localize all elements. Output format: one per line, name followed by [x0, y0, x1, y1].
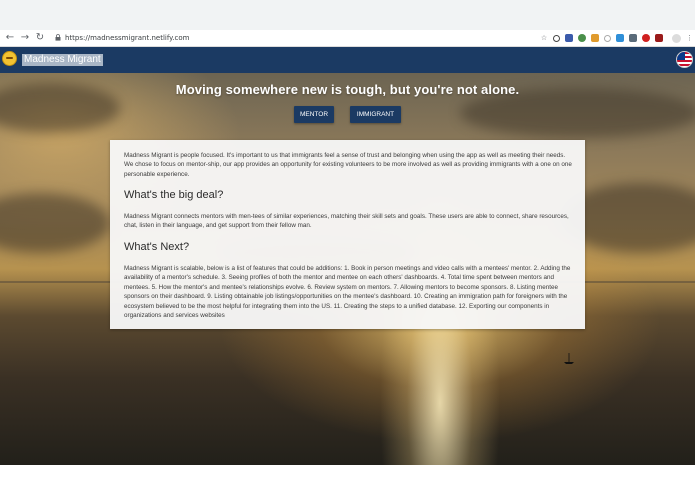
reload-button[interactable]: ↻: [34, 32, 46, 44]
profile-avatar-icon[interactable]: [672, 33, 681, 43]
extension-grey-circle-icon[interactable]: [604, 34, 611, 42]
big-deal-paragraph: Madness Migrant connects mentors with me…: [124, 213, 569, 230]
address-bar-url[interactable]: https://madnessmigrant.netlify.com: [65, 33, 190, 43]
sailboat-icon: [564, 353, 574, 364]
forward-button[interactable]: →: [19, 32, 31, 44]
back-button[interactable]: ←: [4, 32, 16, 44]
extension-clock-icon[interactable]: [553, 34, 560, 42]
mentor-button[interactable]: MENTOR: [294, 106, 334, 123]
big-deal-heading: What's the big deal?: [124, 189, 224, 201]
us-flag-icon[interactable]: [676, 51, 693, 68]
lock-icon: [55, 34, 61, 41]
intro-paragraph: Madness Migrant is people focused. It's …: [124, 152, 572, 178]
extension-blue-icon[interactable]: [616, 34, 624, 42]
whats-next-paragraph: Madness Migrant is scalable, below is a …: [124, 265, 571, 320]
extension-drive-icon[interactable]: [578, 34, 586, 42]
hero-headline: Moving somewhere new is tough, but you'r…: [175, 82, 520, 97]
extension-toolbar: ☆ ⋮: [540, 32, 693, 44]
smiley-logo-icon[interactable]: [2, 51, 17, 66]
extension-red-square-icon[interactable]: [655, 34, 663, 42]
extension-orange-icon[interactable]: [591, 34, 599, 42]
immigrant-button[interactable]: IMMIGRANT: [350, 106, 401, 123]
extension-grey-icon[interactable]: [629, 34, 637, 42]
browser-menu-icon[interactable]: ⋮: [686, 34, 693, 42]
cloud: [0, 193, 110, 253]
about-card: Madness Migrant is people focused. It's …: [110, 140, 585, 329]
app-navbar: [0, 47, 695, 73]
extension-z-icon[interactable]: [565, 34, 573, 42]
whats-next-heading: What's Next?: [124, 241, 190, 253]
bookmark-star-icon[interactable]: ☆: [540, 34, 548, 42]
page-bottom-blank: [0, 465, 695, 494]
extension-adblock-icon[interactable]: [642, 34, 650, 42]
brand-name[interactable]: Madness Migrant: [22, 54, 103, 66]
